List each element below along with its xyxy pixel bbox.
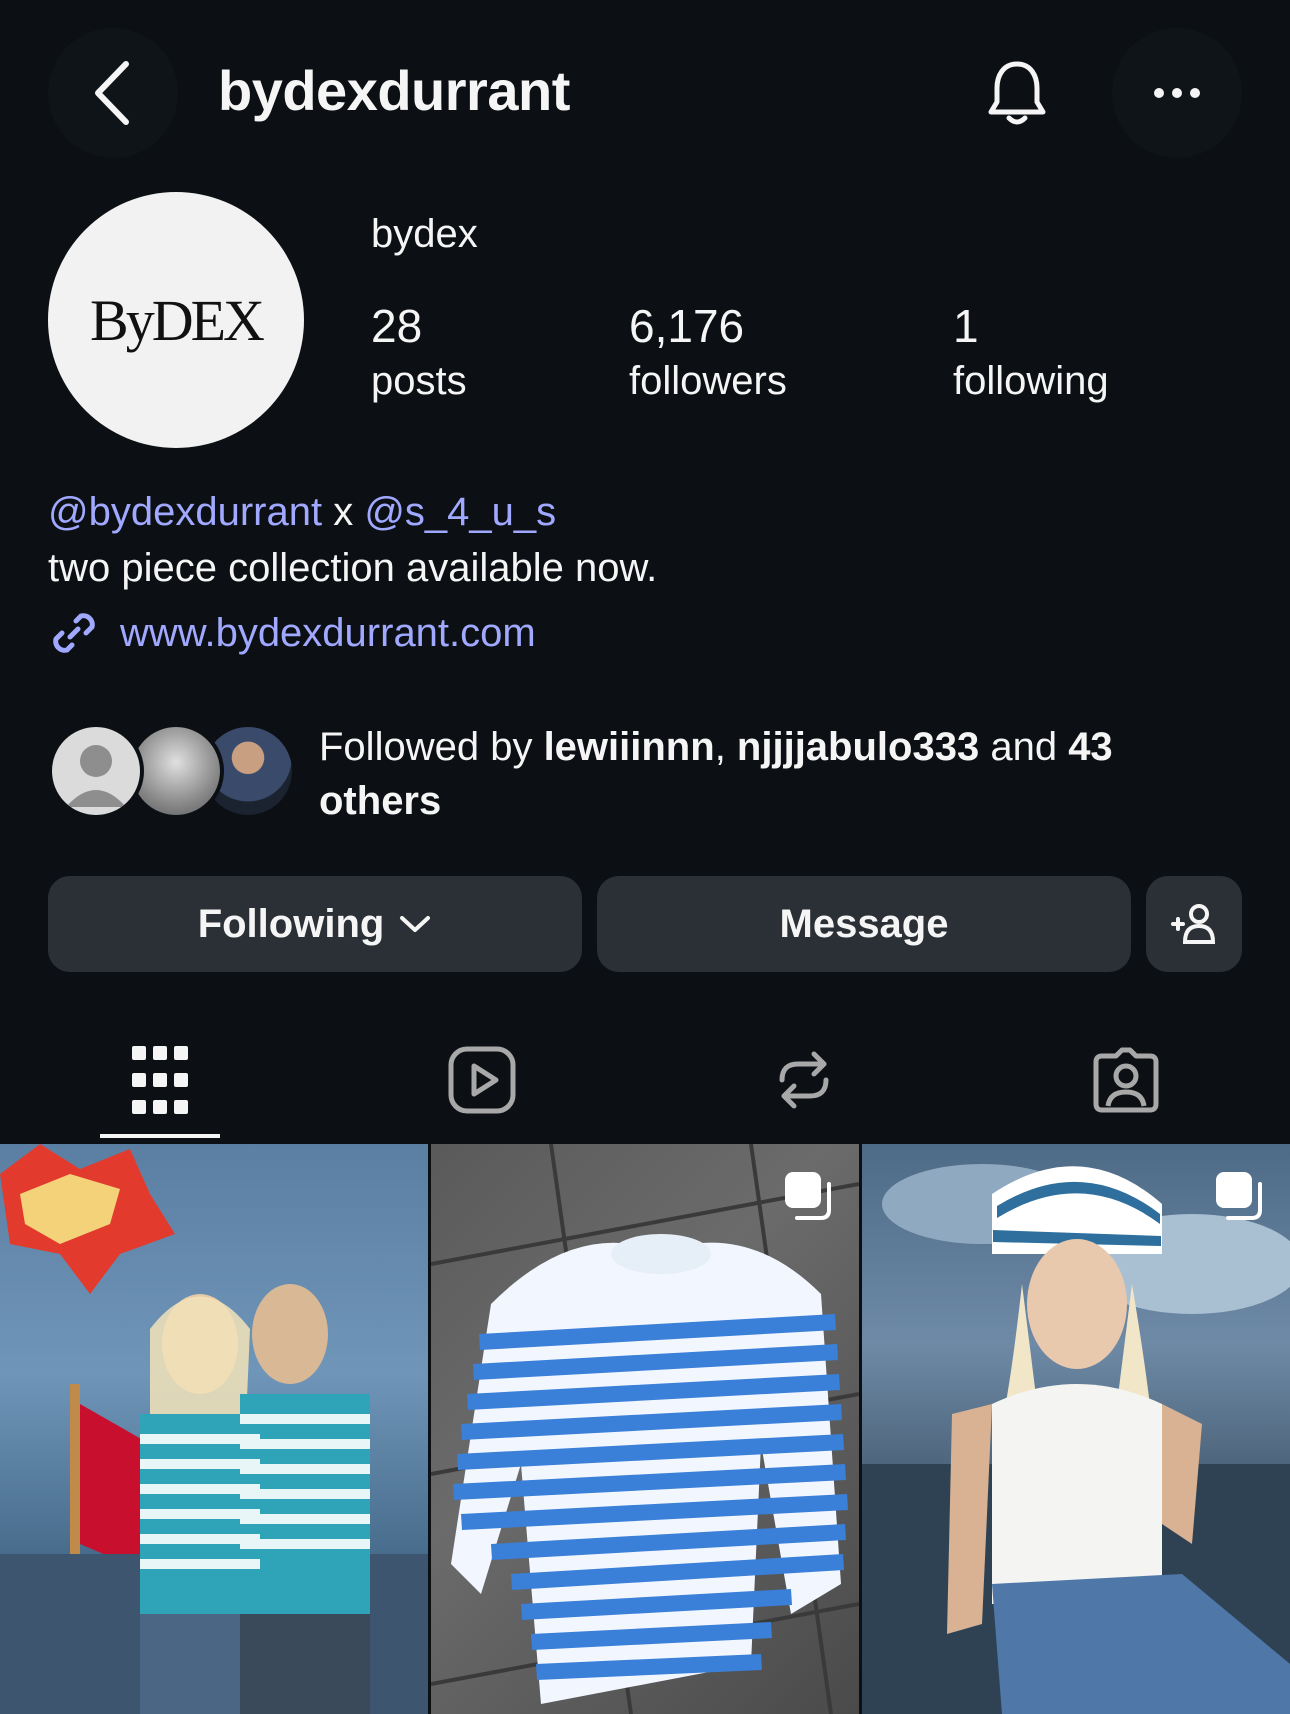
post-thumbnail[interactable] bbox=[431, 1144, 859, 1714]
follower-name: njjjjabulo333 bbox=[736, 725, 980, 769]
posts-label: posts bbox=[371, 359, 467, 403]
default-avatar-icon bbox=[66, 745, 126, 807]
header: bydexdurrant bbox=[48, 28, 1242, 158]
tab-posts[interactable] bbox=[120, 1040, 200, 1120]
profile-page: bydexdurrant ByDEX bydex 28 posts 6,176 … bbox=[0, 0, 1290, 1714]
followers-label: followers bbox=[629, 359, 787, 403]
followed-prefix: Followed by bbox=[319, 725, 544, 769]
bell-icon bbox=[988, 61, 1046, 125]
tagged-icon bbox=[1093, 1047, 1159, 1113]
avatar bbox=[48, 723, 144, 819]
mention-link[interactable]: @s_4_u_s bbox=[364, 490, 556, 534]
brand-logo: ByDEX bbox=[90, 287, 265, 353]
tab-reels[interactable] bbox=[442, 1040, 522, 1120]
reels-icon bbox=[448, 1046, 516, 1114]
post-image bbox=[862, 1164, 1290, 1714]
more-options-button[interactable] bbox=[1112, 28, 1242, 158]
and-text: and bbox=[979, 725, 1069, 769]
following-stat[interactable]: 1 following bbox=[953, 298, 1109, 408]
message-button-label: Message bbox=[779, 901, 949, 946]
post-grid bbox=[0, 1144, 1290, 1714]
separator: , bbox=[714, 725, 737, 769]
bio-line-1: @bydexdurrant x @s_4_u_s bbox=[48, 484, 657, 540]
chevron-down-icon bbox=[400, 916, 431, 932]
followers-count: 6,176 bbox=[629, 300, 745, 352]
active-tab-indicator bbox=[100, 1134, 220, 1138]
posts-count: 28 bbox=[371, 300, 423, 352]
display-name: bydex bbox=[371, 212, 478, 256]
follower-name: lewiiinnn bbox=[543, 725, 715, 769]
bio-connector: x bbox=[322, 490, 365, 534]
bio: @bydexdurrant x @s_4_u_s two piece colle… bbox=[48, 484, 657, 596]
grid-icon bbox=[132, 1046, 188, 1114]
profile-avatar[interactable]: ByDEX bbox=[48, 192, 304, 448]
following-label: following bbox=[953, 359, 1109, 403]
followed-by-text: Followed by lewiiinnn, njjjjabulo333 and… bbox=[319, 720, 1219, 828]
more-horizontal-icon bbox=[1154, 88, 1200, 98]
message-button[interactable]: Message bbox=[597, 876, 1131, 972]
tab-tagged[interactable] bbox=[1086, 1040, 1166, 1120]
page-title: bydexdurrant bbox=[218, 59, 570, 122]
following-button[interactable]: Following bbox=[48, 876, 582, 972]
post-image bbox=[431, 1144, 859, 1714]
bio-line-2: two piece collection available now. bbox=[48, 546, 658, 590]
chevron-left-icon bbox=[95, 61, 129, 125]
add-user-icon bbox=[1171, 904, 1216, 944]
add-user-button[interactable] bbox=[1146, 876, 1242, 972]
back-button[interactable] bbox=[48, 28, 178, 158]
content-tabs bbox=[0, 1030, 1290, 1140]
following-count: 1 bbox=[953, 300, 979, 352]
carousel-icon bbox=[785, 1172, 831, 1220]
followers-stat[interactable]: 6,176 followers bbox=[629, 298, 787, 408]
reposts-icon bbox=[779, 1051, 829, 1109]
post-thumbnail[interactable] bbox=[0, 1144, 428, 1714]
notifications-button[interactable] bbox=[952, 28, 1082, 158]
carousel-icon bbox=[1216, 1172, 1262, 1220]
posts-stat[interactable]: 28 posts bbox=[371, 298, 467, 408]
post-thumbnail[interactable] bbox=[862, 1144, 1290, 1714]
following-button-label: Following bbox=[197, 901, 385, 946]
tab-reposts[interactable] bbox=[764, 1040, 844, 1120]
post-image bbox=[0, 1144, 428, 1714]
link-icon bbox=[53, 613, 95, 653]
website-link[interactable]: www.bydexdurrant.com bbox=[48, 607, 536, 659]
website-url: www.bydexdurrant.com bbox=[120, 610, 536, 655]
followed-by[interactable]: Followed by lewiiinnn, njjjjabulo333 and… bbox=[48, 720, 1248, 823]
mention-link[interactable]: @bydexdurrant bbox=[48, 490, 322, 534]
